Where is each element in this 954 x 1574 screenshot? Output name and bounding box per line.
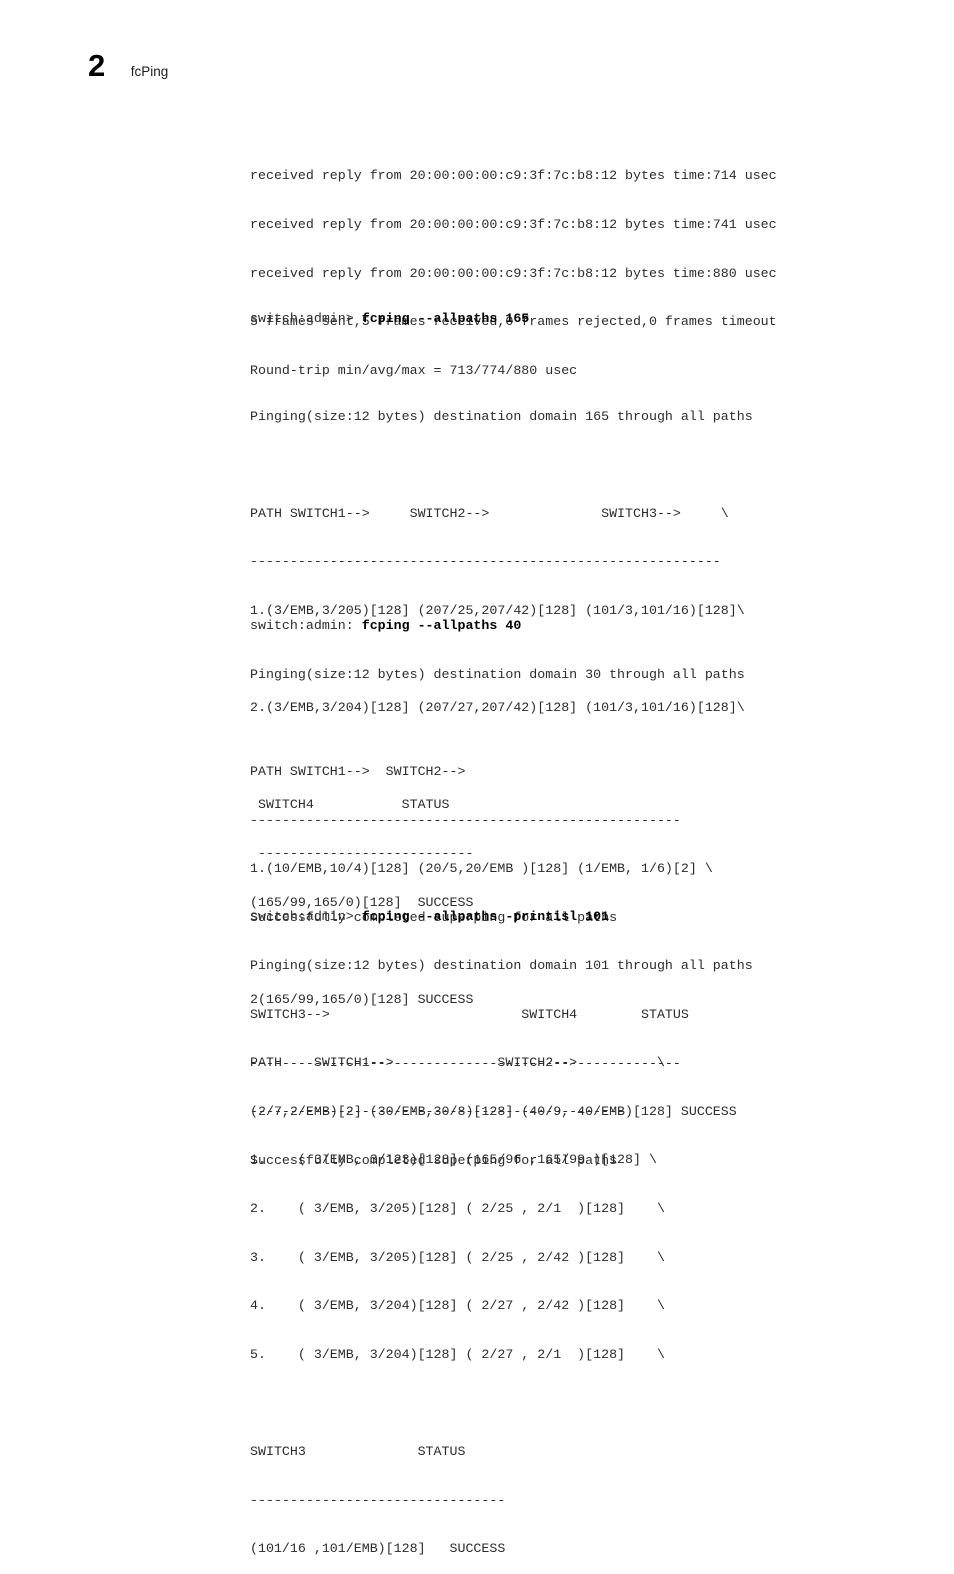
shell-prompt: switch:admin> [250, 311, 362, 327]
page-running-header: 2 fcPing [88, 50, 168, 81]
command-text: fcping --allpaths -printisl 101 [361, 909, 610, 925]
code-block-allpaths-printisl: switch:admin> fcping --allpaths -printis… [250, 877, 753, 1574]
code-line: ----------------------------------------… [250, 554, 721, 570]
shell-prompt: switch:admin> [250, 909, 362, 925]
code-line: ----------------------------------------… [250, 812, 681, 828]
code-line: 3. ( 3/EMB, 3/205)[128] ( 2/25 , 2/42 )[… [250, 1249, 665, 1265]
code-line: 1. ( 3/EMB, 3/123)[128] (165/96 ,165/99 … [250, 1152, 657, 1168]
command-line: switch:admin> fcping --allpaths -printis… [250, 909, 753, 925]
code-line: ----------------------------------------… [250, 1103, 626, 1119]
code-line: SWITCH3 STATUS [250, 1444, 466, 1460]
code-line: 2. ( 3/EMB, 3/205)[128] ( 2/25 , 2/1 )[1… [250, 1201, 665, 1217]
code-line: received reply from 20:00:00:00:c9:3f:7c… [250, 217, 777, 233]
command-line: switch:admin: fcping --allpaths 40 [250, 618, 745, 634]
code-line: 5. ( 3/EMB, 3/204)[128] ( 2/27 , 2/1 )[1… [250, 1346, 665, 1362]
code-line: received reply from 20:00:00:00:c9:3f:7c… [250, 168, 777, 184]
code-line: 1.(10/EMB,10/4)[128] (20/5,20/EMB )[128]… [250, 861, 713, 877]
code-line: PATH SWITCH1--> SWITCH2--> SWITCH3--> \ [250, 505, 729, 521]
shell-prompt: switch:admin: [250, 618, 362, 634]
code-line: -------------------------------- [250, 1492, 506, 1508]
code-line: Pinging(size:12 bytes) destination domai… [250, 667, 745, 683]
command-text: fcping --allpaths 40 [361, 618, 522, 634]
code-line: (101/16 ,101/EMB)[128] SUCCESS [250, 1541, 506, 1557]
command-line: switch:admin> fcping --allpaths 165 [250, 311, 753, 327]
code-line: PATH SWITCH1--> SWITCH2--> [250, 764, 466, 780]
code-line: Pinging(size:12 bytes) destination domai… [250, 958, 753, 974]
chapter-number: 2 [88, 48, 105, 83]
command-text: fcping --allpaths 165 [361, 311, 530, 327]
code-line: PATH SWITCH1--> SWITCH2--> \ [250, 1055, 665, 1071]
chapter-title: fcPing [130, 64, 169, 79]
code-line: 4. ( 3/EMB, 3/204)[128] ( 2/27 , 2/42 )[… [250, 1298, 665, 1314]
code-line: Pinging(size:12 bytes) destination domai… [250, 408, 753, 424]
